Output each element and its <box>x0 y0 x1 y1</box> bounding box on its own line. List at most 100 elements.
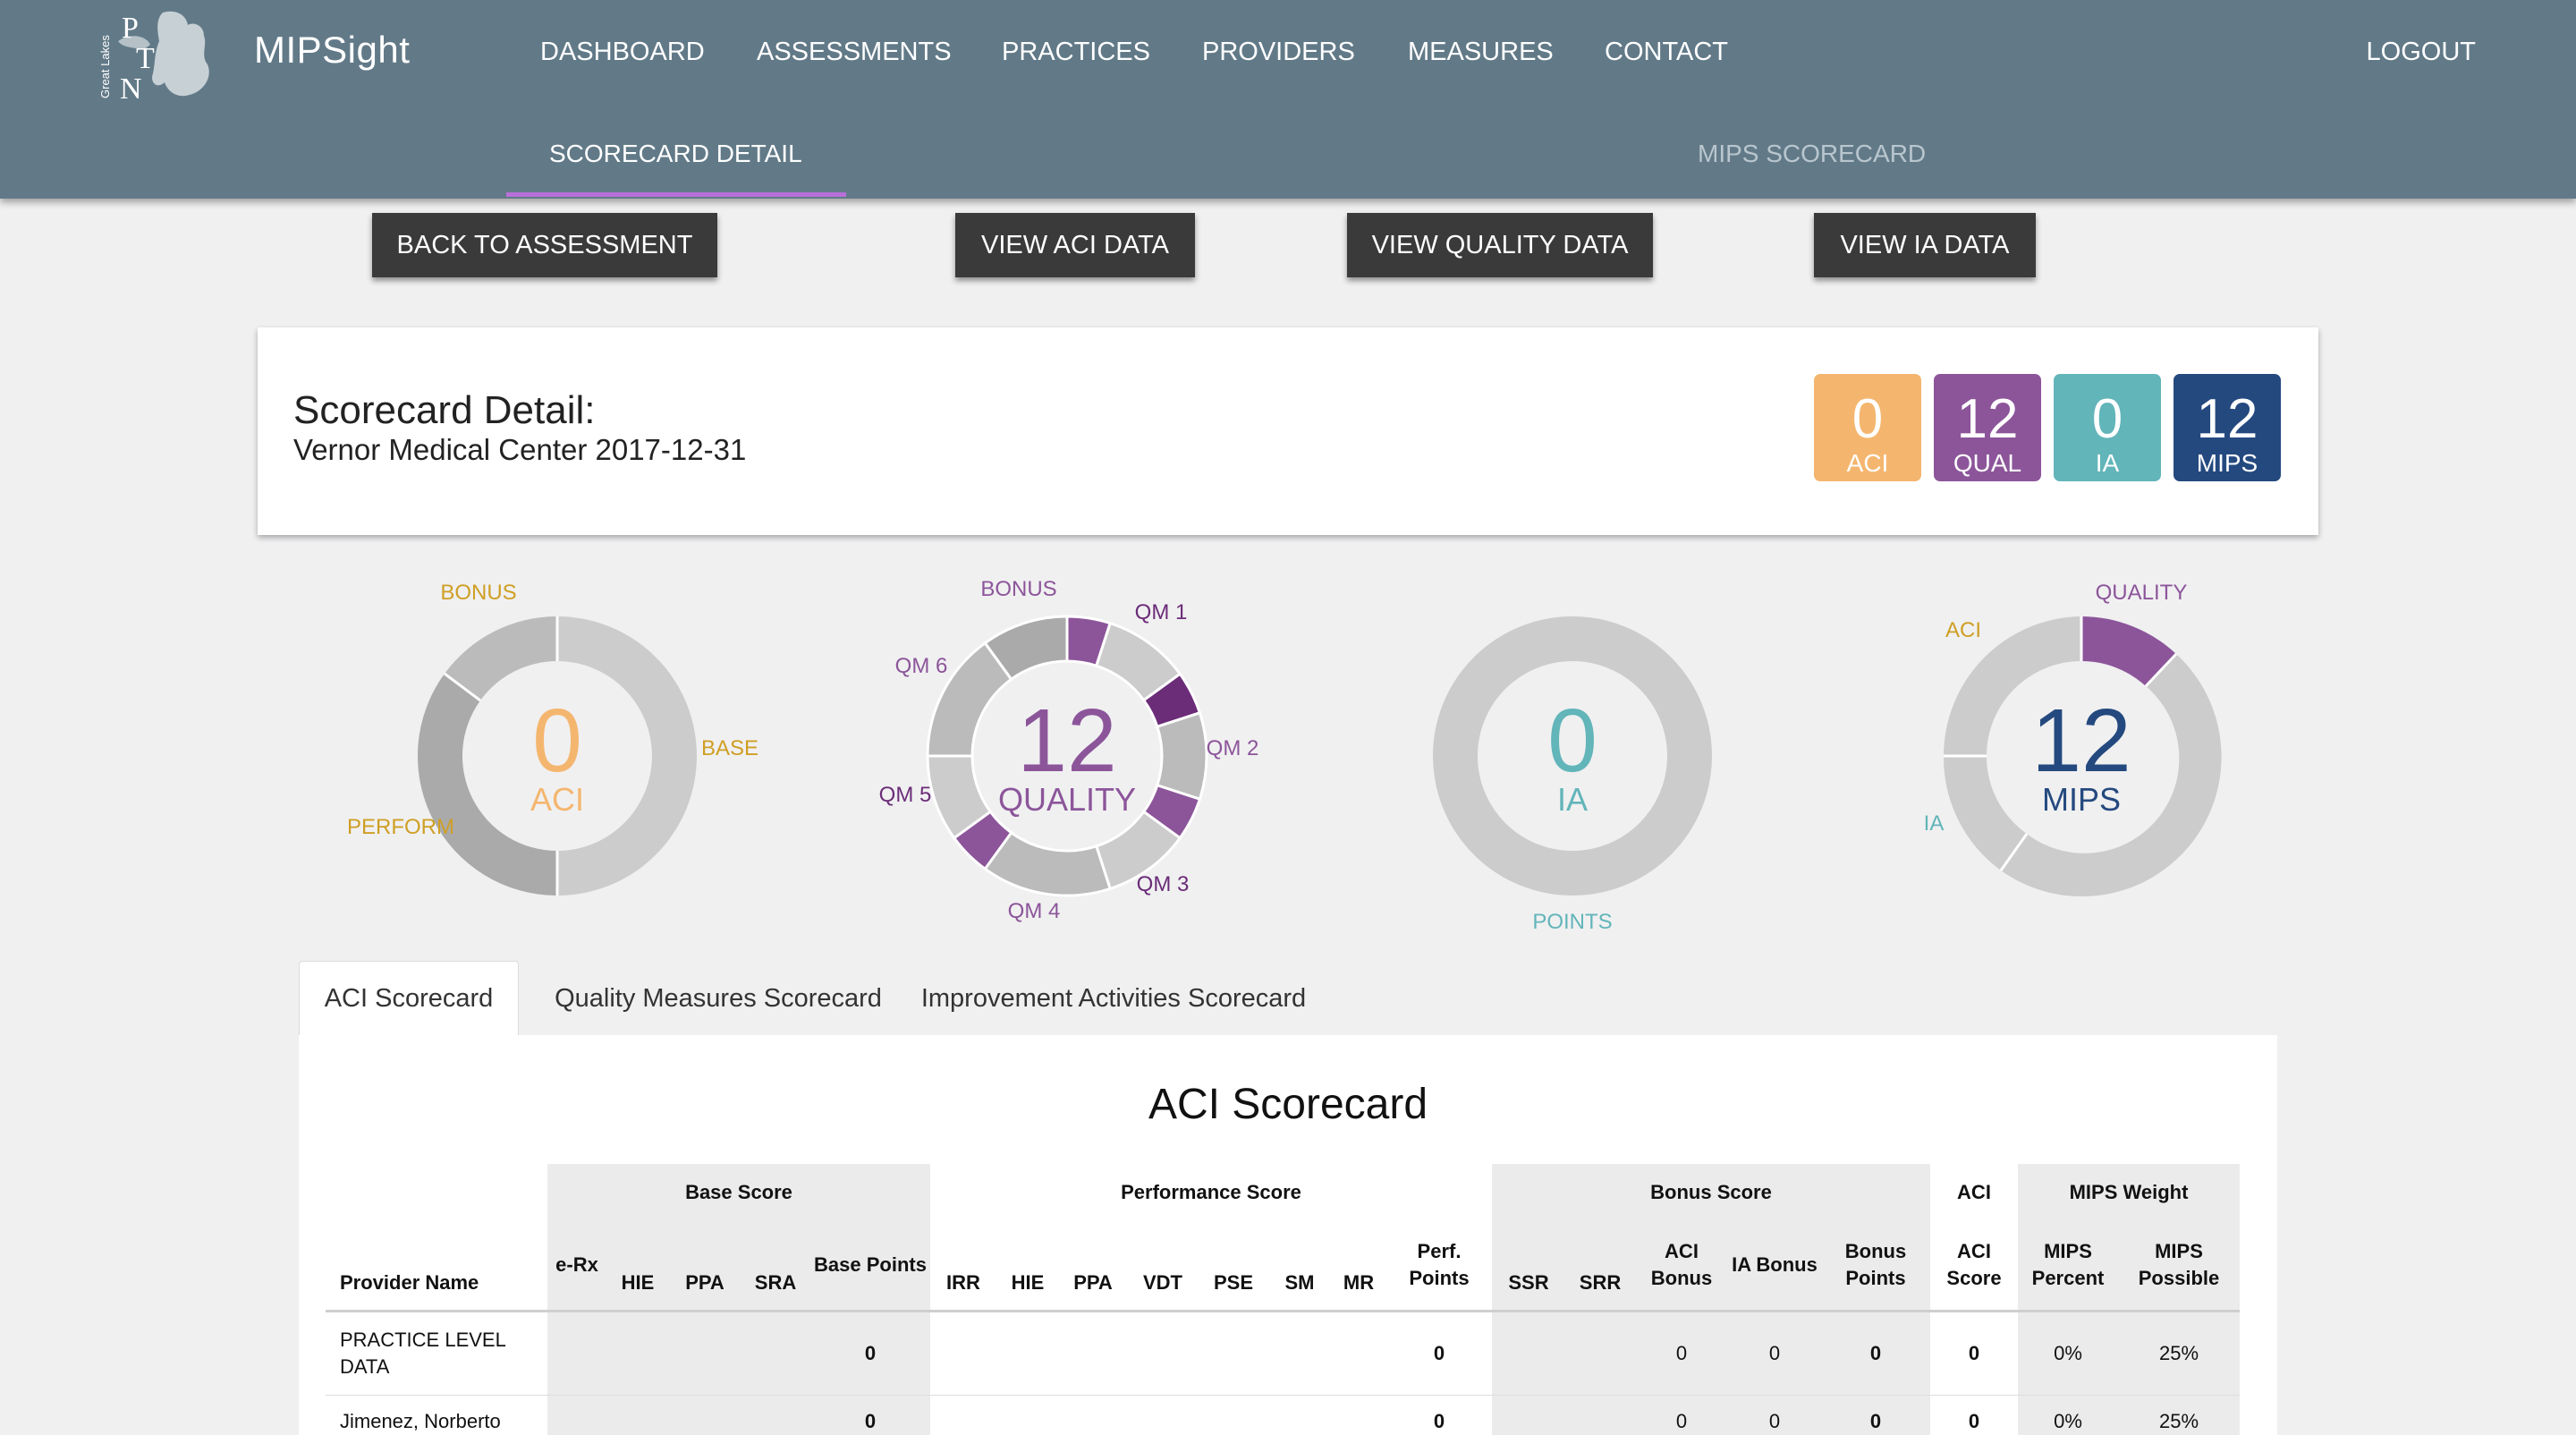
logout-link[interactable]: LOGOUT <box>2367 38 2476 67</box>
aci-bonus-cell: 0 <box>1635 1311 1728 1396</box>
tab-aci-scorecard[interactable]: ACI Scorecard <box>299 961 519 1036</box>
mips-label-ia: IA <box>1924 811 1945 836</box>
bonus-points-cell: 0 <box>1821 1311 1930 1396</box>
logo-letter-p: P <box>122 12 139 45</box>
logo-letter-n: N <box>120 72 142 102</box>
bonus-points-cell: 0 <box>1821 1395 1930 1435</box>
column-header-ppa[interactable]: PPA <box>669 1221 741 1311</box>
nav-assessments[interactable]: ASSESSMENTS <box>757 38 952 67</box>
mips-donut-value: 12 <box>2031 691 2131 791</box>
view-ia-data-button[interactable]: VIEW IA DATA <box>1814 213 2036 277</box>
ia-score-label: IA <box>2095 449 2120 477</box>
quality-label-qm4: QM 4 <box>1008 899 1061 923</box>
column-header-ssr[interactable]: SSR <box>1492 1221 1565 1311</box>
quality-donut-value: 12 <box>1017 691 1116 791</box>
aci-score-tile: 0 ACI <box>1814 374 1921 481</box>
aci-scorecard-panel: ACI Scorecard Base Score Performance Sco… <box>299 1035 2277 1435</box>
base-points-cell: 0 <box>810 1395 930 1435</box>
nav-measures[interactable]: MEASURES <box>1408 38 1554 67</box>
column-header-sm[interactable]: SM <box>1268 1221 1331 1311</box>
scorecard-summary-card: Scorecard Detail: Vernor Medical Center … <box>258 327 2318 535</box>
tab-mips-scorecard[interactable]: MIPS SCORECARD <box>1698 140 1926 168</box>
column-header-sra[interactable]: SRA <box>741 1221 810 1311</box>
quality-score-tile: 12 QUAL <box>1934 374 2041 481</box>
nav-practices[interactable]: PRACTICES <box>1002 38 1150 67</box>
aci-scorecard-title: ACI Scorecard <box>1148 1081 1428 1128</box>
quality-label-qm5: QM 5 <box>879 783 932 807</box>
ia-score-value: 0 <box>2091 388 2123 450</box>
column-header-ia-bonus[interactable]: IA Bonus <box>1728 1221 1821 1311</box>
column-header-vdt[interactable]: VDT <box>1127 1221 1199 1311</box>
tab-improvement-activities-scorecard[interactable]: Improvement Activities Scorecard <box>914 961 1313 1036</box>
aci-scorecard-table: Base Score Performance Score Bonus Score… <box>326 1164 2240 1435</box>
base-points-cell: 0 <box>810 1311 930 1396</box>
mips-score-tile: 12 MIPS <box>2174 374 2281 481</box>
aci-score-cell: 0 <box>1930 1395 2018 1435</box>
group-header-empty <box>326 1164 547 1221</box>
view-aci-data-button[interactable]: VIEW ACI DATA <box>955 213 1195 277</box>
view-quality-data-button[interactable]: VIEW QUALITY DATA <box>1347 213 1653 277</box>
quality-label-bonus: BONUS <box>980 577 1056 601</box>
app-brand[interactable]: MIPSight <box>254 29 410 72</box>
nav-providers[interactable]: PROVIDERS <box>1202 38 1355 67</box>
mips-possible-cell: 25% <box>2118 1395 2240 1435</box>
column-header-erx[interactable]: e-Rx <box>547 1221 606 1311</box>
ia-bonus-cell: 0 <box>1728 1311 1821 1396</box>
mips-score-value: 12 <box>2196 388 2258 450</box>
column-header-base-points[interactable]: Base Points <box>810 1221 930 1311</box>
aci-donut-chart: 0 ACI BONUS BASE PERFORM <box>347 581 758 896</box>
donut-charts-section: 0 ACI BONUS BASE PERFORM 12 QUALITY BONU… <box>0 555 2576 948</box>
provider-name: PRACTICE LEVEL DATA <box>326 1311 547 1396</box>
nav-contact[interactable]: CONTACT <box>1605 38 1728 67</box>
ia-donut-label: IA <box>1557 781 1588 818</box>
column-header-bonus-points[interactable]: Bonus Points <box>1821 1221 1930 1311</box>
column-header-mr[interactable]: MR <box>1331 1221 1386 1311</box>
top-navbar: Great Lakes P T N MIPSight DASHBOARD ASS… <box>0 0 2576 199</box>
tab-quality-measures-scorecard[interactable]: Quality Measures Scorecard <box>537 961 900 1036</box>
table-row[interactable]: PRACTICE LEVEL DATA 0 0 0 0 0 0 0% 25% <box>326 1311 2240 1396</box>
column-header-aci-score[interactable]: ACI Score <box>1930 1221 2018 1311</box>
logo[interactable]: Great Lakes P T N <box>100 5 216 102</box>
group-header-aci: ACI <box>1957 1181 1991 1203</box>
table-row[interactable]: Jimenez, Norberto 0 0 0 0 0 0 0% 25% <box>326 1395 2240 1435</box>
column-header-perf-ppa[interactable]: PPA <box>1059 1221 1127 1311</box>
aci-label-base: BASE <box>701 736 758 760</box>
mips-score-label: MIPS <box>2196 449 2258 477</box>
logo-letter-t: T <box>136 42 155 75</box>
nav-dashboard[interactable]: DASHBOARD <box>540 38 705 67</box>
column-header-srr[interactable]: SRR <box>1565 1221 1635 1311</box>
column-header-provider-name[interactable]: Provider Name <box>326 1221 547 1311</box>
column-header-irr[interactable]: IRR <box>930 1221 996 1311</box>
back-to-assessment-button[interactable]: BACK TO ASSESSMENT <box>372 213 717 277</box>
column-header-aci-bonus[interactable]: ACI Bonus <box>1635 1221 1728 1311</box>
aci-label-bonus: BONUS <box>440 581 516 605</box>
aci-donut-value: 0 <box>532 691 582 791</box>
group-header-bonus-score: Bonus Score <box>1492 1164 1930 1221</box>
ia-bonus-cell: 0 <box>1728 1395 1821 1435</box>
aci-donut-label: ACI <box>530 781 584 818</box>
tab-scorecard-detail[interactable]: SCORECARD DETAIL <box>549 140 802 168</box>
aci-score-value: 0 <box>1852 388 1884 450</box>
perf-points-cell: 0 <box>1386 1395 1492 1435</box>
mips-donut-chart: 12 MIPS QUALITY ACI IA <box>1924 581 2222 896</box>
quality-slice-qm2[interactable] <box>1155 710 1208 802</box>
column-header-mips-possible[interactable]: MIPS Possible <box>2118 1221 2240 1311</box>
group-header-performance-score: Performance Score <box>1121 1181 1301 1203</box>
ia-label-points: POINTS <box>1532 910 1612 934</box>
column-header-pse[interactable]: PSE <box>1199 1221 1268 1311</box>
ia-donut-chart: 0 IA POINTS <box>1433 616 1712 934</box>
column-header-mips-percent[interactable]: MIPS Percent <box>2018 1221 2118 1311</box>
column-header-perf-points[interactable]: Perf. Points <box>1386 1221 1492 1311</box>
aci-bonus-cell: 0 <box>1635 1395 1728 1435</box>
scorecard-title: Scorecard Detail: <box>293 388 596 432</box>
column-header-hie[interactable]: HIE <box>606 1221 669 1311</box>
column-header-perf-hie[interactable]: HIE <box>996 1221 1059 1311</box>
quality-label-qm6: QM 6 <box>895 654 948 678</box>
active-tab-indicator <box>506 192 846 197</box>
quality-score-value: 12 <box>1956 388 2019 450</box>
group-header-base-score: Base Score <box>547 1164 930 1221</box>
quality-donut-chart: 12 QUALITY BONUS QM 1 QM 2 QM 3 QM 4 QM … <box>879 577 1259 923</box>
mips-percent-cell: 0% <box>2018 1395 2118 1435</box>
provider-name: Jimenez, Norberto <box>326 1395 547 1435</box>
mips-percent-cell: 0% <box>2018 1311 2118 1396</box>
